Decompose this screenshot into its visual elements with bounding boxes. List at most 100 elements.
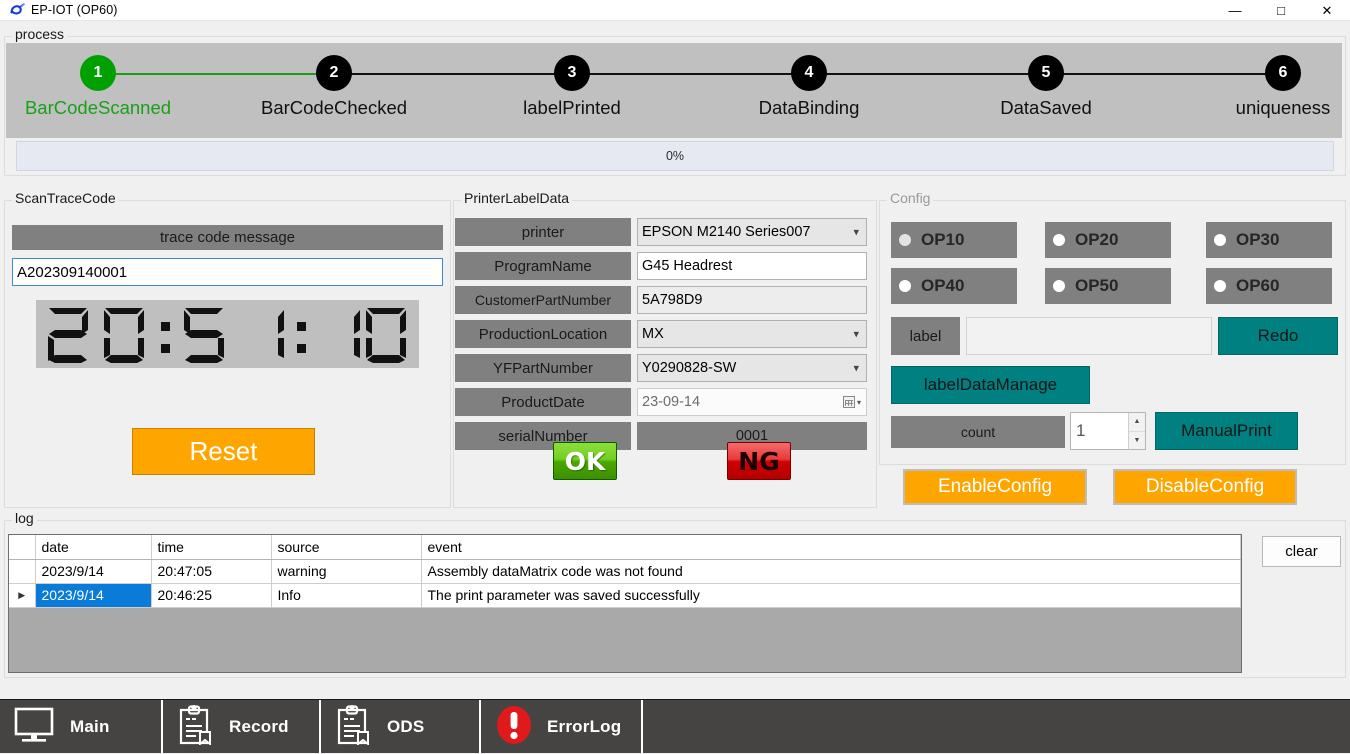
process-step-4[interactable]: 4 DataBinding	[729, 43, 889, 119]
customer-part-number-label: CustomerPartNumber	[455, 286, 631, 314]
station-label: OP50	[1075, 276, 1119, 295]
process-step-1[interactable]: 1 BarCodeScanned	[18, 43, 178, 119]
production-location-value: MX	[642, 326, 664, 342]
clipboard-icon	[177, 704, 215, 750]
trace-code-input[interactable]	[12, 258, 443, 286]
ok-status-badge[interactable]: OK	[553, 442, 617, 480]
product-date-picker[interactable]: 23-09-14 ▾	[637, 388, 867, 416]
process-stepper: 1 BarCodeScanned 2 BarCodeChecked 3 labe…	[6, 43, 1342, 138]
close-button[interactable]: ✕	[1304, 0, 1350, 21]
radio-icon	[899, 234, 911, 246]
seven-segment-clock	[47, 308, 406, 363]
process-step-3[interactable]: 3 labelPrinted	[492, 43, 652, 119]
ng-status-badge[interactable]: NG	[727, 442, 791, 480]
program-name-input[interactable]: G45 Headrest	[637, 252, 867, 280]
disable-config-button[interactable]: DisableConfig	[1113, 469, 1297, 505]
radio-icon	[1214, 234, 1226, 246]
nav-item-main[interactable]: Main	[0, 700, 163, 754]
printer-select[interactable]: EPSON M2140 Series007 ▾	[637, 218, 867, 246]
radio-icon	[1053, 280, 1065, 292]
title-bar: EP-IOT (OP60) — □ ✕	[0, 0, 1350, 21]
product-date-value: 23-09-14	[642, 394, 701, 410]
production-location-select[interactable]: MX ▾	[637, 320, 867, 348]
manual-print-button[interactable]: ManualPrint	[1155, 412, 1298, 450]
count-stepper-arrows[interactable]: ▲ ▼	[1128, 413, 1145, 449]
chevron-down-icon: ▾	[853, 226, 859, 239]
label-data-manage-button[interactable]: labelDataManage	[891, 366, 1090, 404]
nav-item-errorlog[interactable]: ErrorLog	[481, 700, 643, 754]
enable-config-button[interactable]: EnableConfig	[903, 469, 1087, 505]
printer-row-production-location: ProductionLocation MX ▾	[455, 320, 873, 348]
station-option-op50[interactable]: OP50	[1045, 268, 1171, 304]
step-number-badge: 2	[316, 55, 352, 91]
process-step-6[interactable]: 6 uniqueness	[1203, 43, 1350, 119]
cell-source: warning	[271, 559, 422, 584]
label-field-button[interactable]: label	[891, 317, 960, 355]
table-row[interactable]: ▶ 2023/9/14 20:46:25 Info The print para…	[9, 583, 1241, 608]
step-number-badge: 4	[791, 55, 827, 91]
program-name-label: ProgramName	[455, 252, 631, 280]
column-header-event[interactable]: event	[421, 535, 1241, 560]
station-option-op30[interactable]: OP30	[1206, 222, 1332, 258]
printer-row-printer: printer EPSON M2140 Series007 ▾	[455, 218, 873, 246]
table-header-row: date time source event	[9, 535, 1241, 560]
column-header-date[interactable]: date	[35, 535, 152, 560]
station-option-op40[interactable]: OP40	[891, 268, 1017, 304]
station-label: OP60	[1236, 276, 1280, 295]
station-option-op60[interactable]: OP60	[1206, 268, 1332, 304]
station-option-op20[interactable]: OP20	[1045, 222, 1171, 258]
scan-trace-code-panel: ScanTraceCode trace code message A202309…	[4, 190, 451, 508]
maximize-button[interactable]: □	[1258, 0, 1304, 21]
yf-part-number-select[interactable]: Y0290828-SW ▾	[637, 354, 867, 382]
error-exclamation-icon	[495, 704, 533, 751]
column-header-source[interactable]: source	[271, 535, 422, 560]
yf-part-number-label: YFPartNumber	[455, 354, 631, 382]
cell-event: Assembly dataMatrix code was not found	[421, 559, 1241, 584]
nav-item-ods[interactable]: ODS	[321, 700, 481, 754]
step-number-badge: 1	[80, 55, 116, 91]
clipboard-icon	[335, 704, 373, 750]
printer-select-value: EPSON M2140 Series007	[642, 224, 811, 240]
column-header-rowmark[interactable]	[9, 535, 36, 560]
config-panel: Config OP10 OP20 OP30 OP40 OP50 OP60 lab…	[879, 190, 1346, 465]
count-value: 1	[1076, 421, 1086, 440]
process-step-2[interactable]: 2 BarCodeChecked	[254, 43, 414, 119]
count-decrement-icon[interactable]: ▼	[1129, 431, 1145, 449]
bottom-navigation-bar: Main Record ODS ErrorLog	[0, 699, 1350, 754]
log-panel: log date time source event 2023/9/14 20:…	[4, 510, 1346, 678]
step-label: labelPrinted	[523, 97, 621, 118]
yf-part-number-value: Y0290828-SW	[642, 360, 737, 376]
count-increment-icon[interactable]: ▲	[1129, 413, 1145, 432]
redo-button[interactable]: Redo	[1218, 317, 1338, 355]
window-title: EP-IOT (OP60)	[31, 3, 118, 17]
progress-percent-text: 0%	[665, 149, 685, 163]
label-input[interactable]	[966, 317, 1212, 355]
station-label: OP10	[921, 230, 965, 249]
row-marker	[9, 559, 36, 584]
table-row[interactable]: 2023/9/14 20:47:05 warning Assembly data…	[9, 559, 1241, 584]
app-logo-icon	[7, 2, 29, 18]
customer-part-number-input[interactable]: 5A798D9	[637, 286, 867, 314]
count-stepper[interactable]: 1 ▲ ▼	[1070, 412, 1146, 450]
station-label: OP40	[921, 276, 965, 295]
station-label: OP30	[1236, 230, 1280, 249]
minimize-button[interactable]: —	[1212, 0, 1258, 21]
row-marker: ▶	[9, 583, 36, 608]
reset-button[interactable]: Reset	[132, 428, 315, 475]
process-group-legend: process	[12, 26, 68, 42]
config-panel-legend: Config	[887, 190, 934, 206]
log-table[interactable]: date time source event 2023/9/14 20:47:0…	[8, 534, 1242, 673]
program-name-value: G45 Headrest	[642, 258, 733, 274]
process-step-5[interactable]: 5 DataSaved	[966, 43, 1126, 119]
process-group: process 1 BarCodeScanned 2 BarCodeChecke…	[4, 26, 1346, 176]
step-label: BarCodeChecked	[260, 97, 408, 118]
printer-panel-legend: PrinterLabelData	[461, 190, 573, 206]
column-header-time[interactable]: time	[151, 535, 272, 560]
bottom-bar-filler	[643, 700, 1350, 753]
production-location-label: ProductionLocation	[455, 320, 631, 348]
clear-log-button[interactable]: clear	[1262, 536, 1341, 567]
customer-part-number-value: 5A798D9	[642, 292, 703, 308]
nav-label: Record	[229, 717, 289, 736]
station-option-op10[interactable]: OP10	[891, 222, 1017, 258]
nav-item-record[interactable]: Record	[163, 700, 321, 754]
